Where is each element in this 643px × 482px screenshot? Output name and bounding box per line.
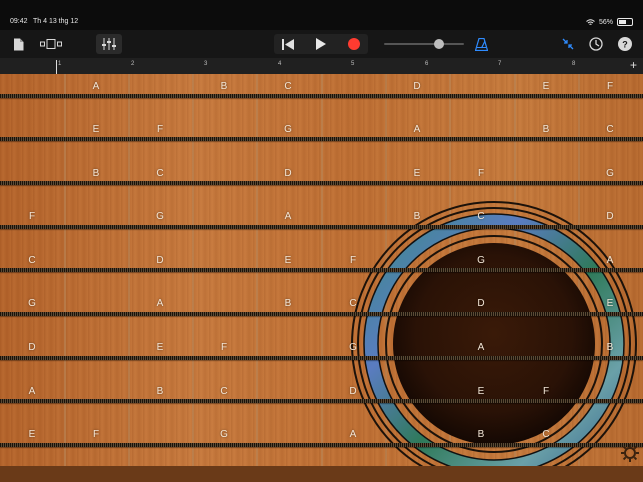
fretboard-row: A BC D EF	[0, 379, 643, 422]
collapse-icon[interactable]	[558, 34, 578, 54]
rewind-icon[interactable]	[278, 34, 298, 54]
note-label[interactable]: A	[323, 429, 383, 440]
fretboard-row: A BC D EF	[0, 74, 643, 117]
note-label[interactable]: B	[194, 81, 254, 92]
note-label[interactable]: B	[66, 168, 126, 179]
note-label[interactable]: D	[387, 81, 447, 92]
note-label[interactable]: C	[451, 211, 511, 222]
wifi-icon	[586, 18, 595, 25]
note-label[interactable]: C	[258, 81, 318, 92]
note-label[interactable]: C	[323, 298, 383, 309]
fretboard-row: F G A BC D	[0, 204, 643, 247]
record-icon[interactable]	[344, 34, 364, 54]
ruler-tick: 7	[498, 61, 502, 67]
settings-clock-icon[interactable]	[586, 34, 606, 54]
note-label[interactable]: G	[2, 298, 62, 309]
note-label[interactable]: D	[130, 255, 190, 266]
note-label[interactable]: G	[451, 255, 511, 266]
fretboard-row: BC D EF G	[0, 161, 643, 204]
note-label[interactable]: F	[194, 342, 254, 353]
note-label[interactable]: B	[451, 429, 511, 440]
note-label[interactable]: G	[580, 168, 640, 179]
note-label[interactable]: B	[130, 386, 190, 397]
note-label[interactable]: F	[516, 386, 576, 397]
note-label[interactable]: B	[516, 124, 576, 135]
mixer-icon[interactable]	[96, 34, 122, 54]
play-icon[interactable]	[311, 34, 331, 54]
timeline-ruler[interactable]: 1 2 3 4 5 6 7 8 +	[0, 58, 643, 75]
view-toggle-icon[interactable]	[38, 34, 64, 54]
add-section-button[interactable]: +	[630, 58, 637, 72]
note-label[interactable]: F	[66, 429, 126, 440]
note-label[interactable]: A	[580, 255, 640, 266]
note-label[interactable]: F	[580, 81, 640, 92]
note-label[interactable]: A	[66, 81, 126, 92]
note-label[interactable]: D	[580, 211, 640, 222]
ruler-tick: 3	[204, 61, 208, 67]
ruler-tick: 6	[425, 61, 429, 67]
battery-icon	[617, 18, 633, 26]
note-label[interactable]: G	[323, 342, 383, 353]
status-bar: 09:42 Th 4 13 thg 12 56%	[0, 0, 643, 30]
note-label[interactable]: F	[2, 211, 62, 222]
note-label[interactable]: D	[323, 386, 383, 397]
ruler-tick: 2	[131, 61, 135, 67]
note-label[interactable]: A	[451, 342, 511, 353]
fretboard-row: C D EF G A	[0, 248, 643, 291]
note-label[interactable]: C	[516, 429, 576, 440]
fretboard-row: G A BC D E	[0, 291, 643, 334]
fretboard-row: EF G A BC	[0, 117, 643, 160]
status-time: 09:42	[10, 18, 28, 25]
note-label[interactable]: A	[387, 124, 447, 135]
note-label[interactable]: F	[451, 168, 511, 179]
note-label[interactable]: C	[194, 386, 254, 397]
fretboard[interactable]: ABCDEFEFGABCBCDEFGFGABCDCDEFGAGABCDEDEFG…	[0, 74, 643, 466]
note-label[interactable]: E	[451, 386, 511, 397]
note-label[interactable]: B	[387, 211, 447, 222]
bottom-edge	[0, 466, 643, 482]
svg-text:?: ?	[622, 40, 628, 50]
gear-icon[interactable]	[621, 444, 639, 462]
note-label[interactable]: B	[258, 298, 318, 309]
note-label[interactable]: B	[580, 342, 640, 353]
ruler-tick: 5	[351, 61, 355, 67]
ruler-tick: 4	[278, 61, 282, 67]
battery-percent: 56%	[598, 18, 613, 26]
note-label[interactable]: C	[580, 124, 640, 135]
volume-slider[interactable]	[384, 34, 464, 54]
ruler-tick: 1	[58, 61, 62, 67]
help-icon[interactable]: ?	[615, 34, 635, 54]
note-label[interactable]: E	[258, 255, 318, 266]
note-label[interactable]: D	[451, 298, 511, 309]
playhead[interactable]	[56, 60, 57, 74]
note-label[interactable]: D	[2, 342, 62, 353]
note-label[interactable]: A	[2, 386, 62, 397]
note-label[interactable]: C	[130, 168, 190, 179]
note-label[interactable]: E	[130, 342, 190, 353]
note-label[interactable]: E	[516, 81, 576, 92]
note-label[interactable]: A	[258, 211, 318, 222]
note-label[interactable]: G	[194, 429, 254, 440]
note-label[interactable]: C	[2, 255, 62, 266]
status-date: Th 4 13 thg 12	[33, 18, 79, 25]
note-label[interactable]: D	[258, 168, 318, 179]
note-label[interactable]: E	[2, 429, 62, 440]
note-label[interactable]: G	[130, 211, 190, 222]
status-right: 56%	[586, 18, 633, 26]
fretboard-row: EF G A BC	[0, 422, 643, 465]
ruler-tick: 8	[572, 61, 576, 67]
note-label[interactable]: F	[323, 255, 383, 266]
note-label[interactable]: G	[258, 124, 318, 135]
note-label[interactable]: E	[580, 298, 640, 309]
document-icon[interactable]	[10, 34, 26, 54]
note-label[interactable]: A	[130, 298, 190, 309]
note-label[interactable]: E	[387, 168, 447, 179]
toolbar: ?	[0, 30, 643, 58]
note-label[interactable]: F	[130, 124, 190, 135]
metronome-icon[interactable]	[470, 34, 492, 54]
note-label[interactable]: E	[66, 124, 126, 135]
fretboard-row: D EF G A B	[0, 335, 643, 378]
